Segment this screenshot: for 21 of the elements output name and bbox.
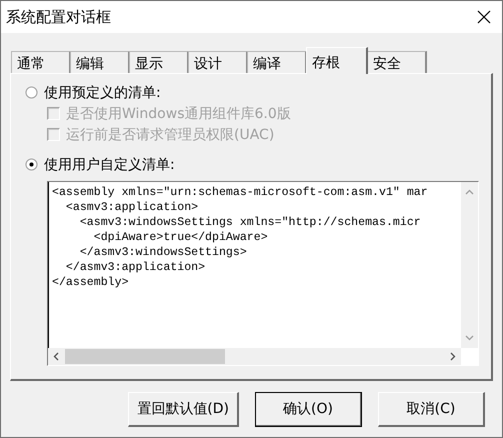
radio-button[interactable] [25,86,38,99]
dialog-button[interactable]: 确认(O) [255,392,362,427]
tab[interactable]: 编辑 [70,51,130,73]
tab[interactable]: 编译 [247,51,307,73]
option-label: 使用预定义的清单: [44,84,161,102]
tab[interactable]: 存根 [306,47,368,74]
close-icon[interactable] [476,9,492,25]
option-label: 是否使用Windows通用组件库6.0版 [66,104,291,122]
option-label: 运行前是否请求管理员权限(UAC) [66,126,274,144]
window-title: 系统配置对话框 [6,8,111,26]
tab[interactable]: 通常 [11,51,71,73]
tab[interactable]: 安全 [367,51,427,73]
radio-button[interactable] [25,158,38,171]
option-label: 使用用户自定义清单: [44,156,175,174]
tab[interactable]: 显示 [129,51,189,73]
tab[interactable]: 设计 [188,51,248,73]
scrollbar-thumb[interactable] [65,349,225,364]
dialog-button[interactable]: 取消(C) [378,392,485,427]
horizontal-scrollbar[interactable] [48,348,461,365]
dialog-button[interactable]: 置回默认值(D) [128,392,239,427]
vertical-scrollbar[interactable] [461,182,478,348]
